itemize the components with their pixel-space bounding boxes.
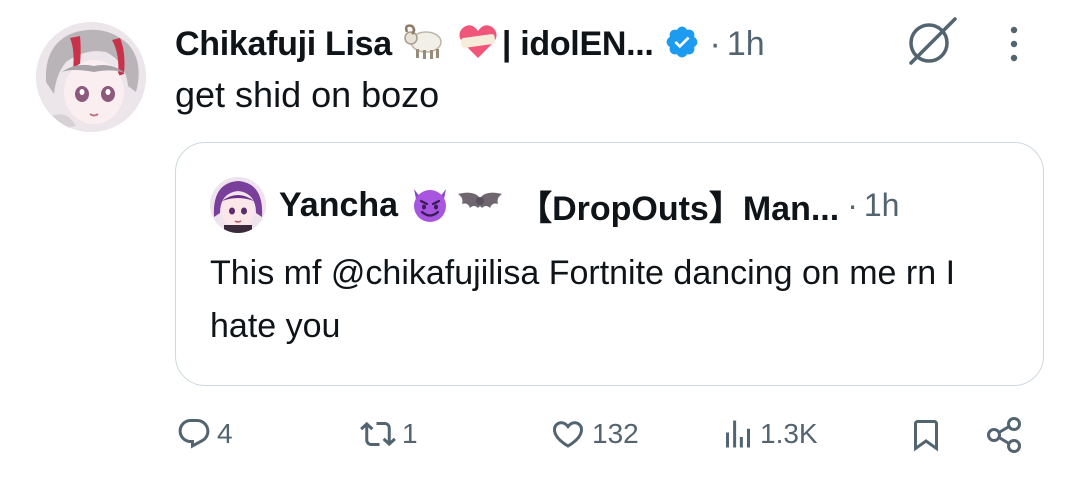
tweet-time[interactable]: 1h bbox=[727, 25, 765, 64]
author-name[interactable]: Chikafuji Lisa bbox=[175, 25, 392, 64]
smiling-devil-emoji-icon bbox=[408, 183, 452, 228]
quoted-tweet-card[interactable]: Yancha 【DropOuts】Man... · 1h This mf @ch… bbox=[175, 142, 1044, 386]
heart-icon bbox=[552, 421, 584, 448]
tweet-actions-bar: 4 1 132 1.3K bbox=[0, 410, 1079, 468]
repost-button[interactable]: 1 bbox=[358, 416, 418, 452]
quote-text: This mf @chikafujilisa Fortnite dancing … bbox=[210, 254, 956, 345]
share-button[interactable] bbox=[984, 416, 1024, 454]
author-display-suffix[interactable]: | idolEN... bbox=[502, 25, 654, 64]
views-button[interactable]: 1.3K bbox=[720, 416, 818, 452]
repost-count: 1 bbox=[402, 418, 418, 449]
separator-dot: · bbox=[709, 24, 721, 63]
like-count: 132 bbox=[592, 418, 639, 449]
bookmark-icon bbox=[914, 420, 938, 452]
reply-count: 4 bbox=[217, 418, 233, 449]
quote-author-display-suffix[interactable]: 【DropOuts】Man... bbox=[518, 181, 839, 230]
mending-heart-emoji-icon bbox=[458, 23, 498, 66]
quote-avatar-image bbox=[210, 177, 266, 233]
quote-time[interactable]: 1h bbox=[864, 187, 900, 224]
quote-author-name[interactable]: Yancha bbox=[279, 186, 398, 225]
quote-author-avatar[interactable] bbox=[210, 177, 266, 233]
reply-icon bbox=[178, 419, 210, 449]
views-count: 1.3K bbox=[760, 418, 818, 449]
views-chart-icon bbox=[726, 420, 750, 448]
more-options-icon[interactable] bbox=[1008, 22, 1020, 71]
avatar-image bbox=[36, 22, 146, 132]
ram-emoji-icon bbox=[402, 22, 448, 67]
quote-header: Yancha 【DropOuts】Man... · 1h bbox=[279, 179, 899, 231]
bat-emoji-icon bbox=[454, 188, 506, 223]
quote-separator-dot: · bbox=[847, 186, 858, 223]
repost-icon bbox=[360, 421, 396, 447]
author-avatar[interactable] bbox=[36, 22, 146, 132]
share-icon bbox=[987, 417, 1021, 453]
like-button[interactable]: 132 bbox=[548, 416, 639, 452]
grok-icon[interactable] bbox=[905, 13, 961, 72]
bookmark-button[interactable] bbox=[908, 416, 944, 454]
verified-badge-icon bbox=[664, 24, 700, 65]
reply-button[interactable]: 4 bbox=[175, 416, 233, 452]
tweet-text: get shid on bozo bbox=[175, 74, 440, 115]
